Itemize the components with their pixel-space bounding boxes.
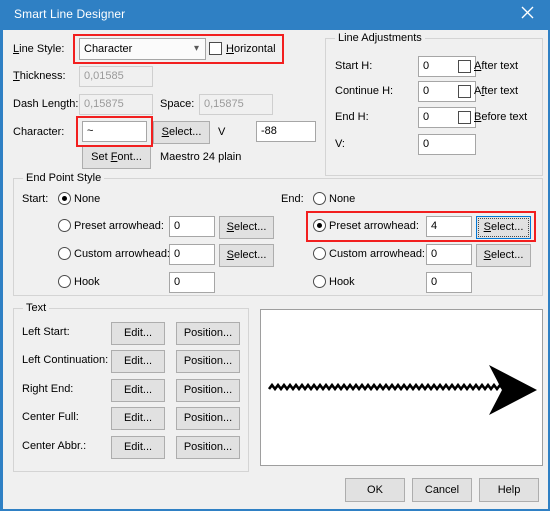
end-preset-arrowhead-radio[interactable] (313, 219, 326, 232)
end-preset-arrowhead-input[interactable]: 4 (426, 216, 472, 237)
focus-outline (478, 218, 529, 237)
continue-h-after-text-label: After text (474, 85, 519, 97)
start-h-after-text-checkbox[interactable] (458, 60, 471, 73)
line-preview (260, 309, 543, 466)
center-full-label: Center Full: (22, 411, 79, 423)
line-adjustments-title: Line Adjustments (335, 32, 425, 44)
right-end-label: Right End: (22, 383, 74, 395)
end-custom-arrowhead-radio[interactable] (313, 247, 326, 260)
start-none-label: None (74, 193, 101, 205)
font-description-label: Maestro 24 plain (160, 151, 242, 163)
help-button[interactable]: Help (479, 478, 539, 502)
left-continuation-position-button[interactable]: Position... (176, 350, 240, 373)
center-abbr-label: Center Abbr.: (22, 440, 87, 452)
space-label: Space: (160, 98, 195, 110)
end-custom-arrowhead-label: Custom arrowhead: (329, 248, 425, 260)
line-style-label: Line Style: (13, 43, 65, 55)
end-preset-arrowhead-label: Preset arrowhead: (329, 220, 419, 232)
character-input[interactable]: ~ (82, 121, 147, 142)
end-none-radio[interactable] (313, 192, 326, 205)
chevron-down-icon: ▾ (193, 43, 199, 54)
adjust-v-input[interactable]: 0 (418, 134, 476, 155)
character-label: Character: (13, 126, 65, 138)
continue-h-after-text-checkbox[interactable] (458, 85, 471, 98)
end-hook-label: Hook (329, 276, 355, 288)
end-hook-input[interactable]: 0 (426, 272, 472, 293)
right-end-position-button[interactable]: Position... (176, 379, 240, 402)
start-custom-arrowhead-input[interactable]: 0 (169, 244, 215, 265)
thickness-input[interactable]: 0,01585 (79, 66, 153, 87)
end-h-before-text-label: Before text (474, 111, 528, 123)
start-custom-arrowhead-radio[interactable] (58, 247, 71, 260)
line-style-value: Character (84, 43, 133, 55)
window-title: Smart Line Designer (14, 7, 126, 21)
left-start-label: Left Start: (22, 326, 70, 338)
character-v-input[interactable]: -88 (256, 121, 316, 142)
continue-h-label: Continue H: (335, 85, 394, 97)
end-custom-arrowhead-input[interactable]: 0 (426, 244, 472, 265)
center-abbr-edit-button[interactable]: Edit... (111, 436, 165, 459)
close-icon[interactable] (506, 0, 548, 30)
horizontal-checkbox[interactable] (209, 42, 222, 55)
end-preset-select-button[interactable]: Select... (476, 216, 531, 239)
smart-line-designer-window: Smart Line Designer Line Style: Characte… (0, 0, 550, 511)
start-custom-arrowhead-label: Custom arrowhead: (74, 248, 170, 260)
text-group-title: Text (23, 302, 50, 314)
start-label: Start: (22, 193, 49, 205)
line-style-combobox[interactable]: Character ▾ (79, 38, 206, 60)
space-input[interactable]: 0,15875 (199, 94, 273, 115)
horizontal-label: Horizontal (226, 43, 276, 55)
end-h-before-text-checkbox[interactable] (458, 111, 471, 124)
left-start-position-button[interactable]: Position... (176, 322, 240, 345)
right-end-edit-button[interactable]: Edit... (111, 379, 165, 402)
end-custom-select-button[interactable]: Select... (476, 244, 531, 267)
ok-button[interactable]: OK (345, 478, 405, 502)
title-bar: Smart Line Designer (3, 0, 548, 30)
thickness-label: Thickness: (13, 70, 66, 82)
start-h-label: Start H: (335, 60, 373, 72)
dash-length-input[interactable]: 0,15875 (79, 94, 153, 115)
start-custom-select-button[interactable]: Select... (219, 244, 274, 267)
end-point-style-title: End Point Style (23, 172, 105, 184)
character-select-button[interactable]: Select... (153, 121, 210, 144)
set-font-button[interactable]: Set Font... (82, 146, 151, 169)
center-abbr-position-button[interactable]: Position... (176, 436, 240, 459)
center-full-edit-button[interactable]: Edit... (111, 407, 165, 430)
end-hook-radio[interactable] (313, 275, 326, 288)
left-start-edit-button[interactable]: Edit... (111, 322, 165, 345)
adjust-v-label: V: (335, 138, 345, 150)
start-hook-input[interactable]: 0 (169, 272, 215, 293)
cancel-button[interactable]: Cancel (412, 478, 472, 502)
left-continuation-label: Left Continuation: (22, 354, 109, 366)
start-h-after-text-label: After text (474, 60, 519, 72)
end-h-label: End H: (335, 111, 369, 123)
start-preset-arrowhead-label: Preset arrowhead: (74, 220, 164, 232)
dialog-body: Line Style: Character ▾ Horizontal Thick… (3, 30, 548, 509)
character-v-label: V (218, 126, 226, 138)
start-preset-select-button[interactable]: Select... (219, 216, 274, 239)
center-full-position-button[interactable]: Position... (176, 407, 240, 430)
start-hook-radio[interactable] (58, 275, 71, 288)
start-preset-arrowhead-input[interactable]: 0 (169, 216, 215, 237)
dash-length-label: Dash Length: (13, 98, 79, 110)
end-label: End: (281, 193, 304, 205)
line-preview-graphic (267, 365, 537, 415)
end-none-label: None (329, 193, 356, 205)
start-preset-arrowhead-radio[interactable] (58, 219, 71, 232)
left-continuation-edit-button[interactable]: Edit... (111, 350, 165, 373)
start-none-radio[interactable] (58, 192, 71, 205)
start-hook-label: Hook (74, 276, 100, 288)
